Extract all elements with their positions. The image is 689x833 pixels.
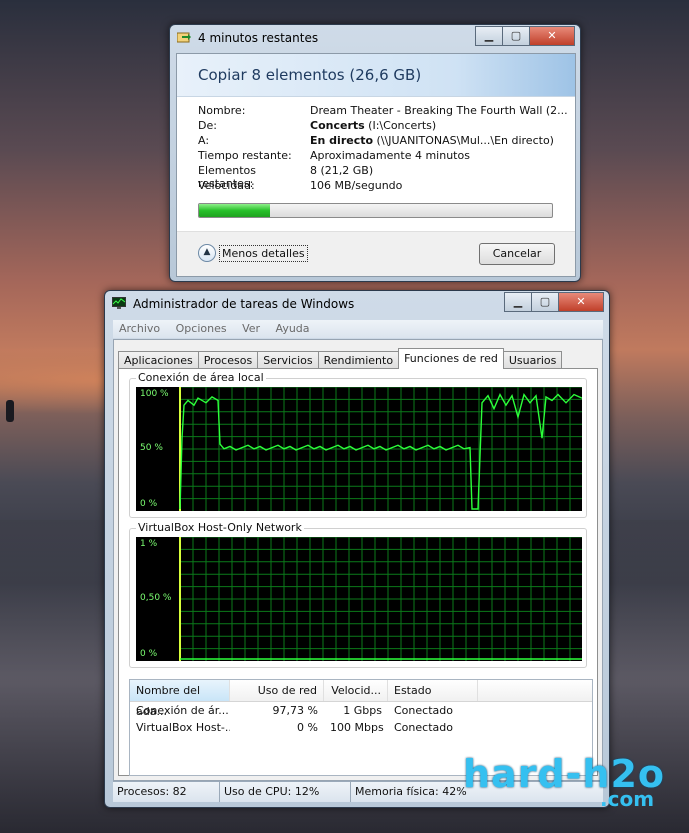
column-header-usage[interactable]: Uso de red <box>230 680 324 701</box>
detail-label: Nombre: <box>198 104 246 117</box>
monitor-icon <box>112 297 126 309</box>
detail-row-time: Tiempo restante: Aproximadamente 4 minut… <box>198 149 568 164</box>
column-header-state[interactable]: Estado <box>388 680 478 701</box>
y-label-0: 0 % <box>140 649 158 659</box>
status-cpu: Uso de CPU: 12% <box>220 782 351 802</box>
source-folder-link[interactable]: Concerts <box>310 119 365 132</box>
detail-value: (I:\Concerts) <box>364 119 437 132</box>
close-button[interactable]: ✕ <box>558 292 604 312</box>
copy-progress-window: 4 minutos restantes ▁ ▢ ✕ Copiar 8 eleme… <box>169 24 581 282</box>
minimize-button[interactable]: ▁ <box>504 292 532 312</box>
cell-state: Conectado <box>394 704 453 717</box>
minimize-button[interactable]: ▁ <box>475 26 503 46</box>
cancel-button[interactable]: Cancelar <box>479 243 555 265</box>
fewer-details-toggle[interactable]: ▲ Menos detalles <box>198 244 308 262</box>
detail-label: Elementos restantes: <box>198 164 257 190</box>
detail-row-speed: Velocidad: 106 MB/segundo <box>198 179 568 194</box>
detail-row-items: Elementos restantes: 8 (21,2 GB) <box>198 164 568 190</box>
detail-label: Velocidad: <box>198 179 255 192</box>
cell-name: Conexión de ár... <box>136 704 229 717</box>
task-manager-window: Administrador de tareas de Windows ▁ ▢ ✕… <box>104 290 610 808</box>
detail-value: 8 (21,2 GB) <box>310 164 374 177</box>
destination-folder-link[interactable]: En directo <box>310 134 373 147</box>
copy-progress-bar <box>198 203 553 218</box>
detail-value: Dream Theater - Breaking The Fourth Wall… <box>310 104 568 117</box>
copy-heading: Copiar 8 elementos (26,6 GB) <box>198 66 422 84</box>
status-processes: Procesos: 82 <box>113 782 220 802</box>
detail-label: A: <box>198 134 210 147</box>
virtualbox-usage-graph: 1 % 0,50 % 0 % <box>136 537 582 661</box>
cell-name: VirtualBox Host-... <box>136 721 230 734</box>
tab-servicios[interactable]: Servicios <box>257 351 319 369</box>
virtualbox-graph-canvas <box>179 537 582 661</box>
status-memory: Memoria física: 42% <box>355 785 467 798</box>
tab-aplicaciones[interactable]: Aplicaciones <box>118 351 199 369</box>
copy-client-area: Copiar 8 elementos (26,6 GB) Nombre: Dre… <box>176 53 576 277</box>
detail-label: Tiempo restante: <box>198 149 292 162</box>
lan-usage-graph: 100 % 50 % 0 % <box>136 387 582 511</box>
detail-value: Aproximadamente 4 minutos <box>310 149 470 162</box>
watermark-domain: .com <box>600 787 655 811</box>
menu-ver[interactable]: Ver <box>242 322 260 335</box>
fewer-details-label: Menos detalles <box>219 244 308 262</box>
copy-footer: ▲ Menos detalles Cancelar <box>177 231 575 276</box>
surfer-silhouette <box>6 400 14 422</box>
copy-details: Nombre: Dream Theater - Breaking The Fou… <box>198 104 568 194</box>
table-header: Nombre del ada... Uso de red Velocid... … <box>130 680 592 718</box>
y-label-050: 0,50 % <box>140 593 172 603</box>
maximize-button[interactable]: ▢ <box>531 292 559 312</box>
cell-speed: 100 Mbps <box>330 721 384 734</box>
cell-state: Conectado <box>394 721 453 734</box>
tm-window-title: Administrador de tareas de Windows <box>133 297 355 311</box>
copy-titlebar[interactable]: 4 minutos restantes ▁ ▢ ✕ <box>170 25 580 51</box>
tab-rendimiento[interactable]: Rendimiento <box>317 351 400 369</box>
graph-group-lan: Conexión de área local 100 % 50 % 0 % <box>129 371 587 518</box>
cell-usage: 97,73 % <box>272 704 318 717</box>
detail-row-name: Nombre: Dream Theater - Breaking The Fou… <box>198 104 568 119</box>
graph-group-virtualbox: VirtualBox Host-Only Network 1 % 0,50 % … <box>129 521 587 668</box>
menu-opciones[interactable]: Opciones <box>176 322 227 335</box>
graph-title-lan: Conexión de área local <box>136 371 266 384</box>
column-header-name[interactable]: Nombre del ada... <box>130 680 230 718</box>
column-header-speed[interactable]: Velocid... <box>324 680 388 701</box>
menu-ayuda[interactable]: Ayuda <box>276 322 310 335</box>
tab-strip: Aplicaciones Procesos Servicios Rendimie… <box>118 348 563 369</box>
tm-titlebar[interactable]: Administrador de tareas de Windows ▁ ▢ ✕ <box>105 291 609 317</box>
lan-graph-canvas <box>179 387 582 511</box>
copy-header: Copiar 8 elementos (26,6 GB) <box>177 54 575 97</box>
tab-usuarios[interactable]: Usuarios <box>502 351 563 369</box>
graph-title-virtualbox: VirtualBox Host-Only Network <box>136 521 304 534</box>
close-button[interactable]: ✕ <box>529 26 575 46</box>
table-row[interactable]: Conexión de ár... 97,73 % 1 Gbps Conecta… <box>130 702 592 719</box>
detail-value: (\\JUANITONAS\Mul...\En directo) <box>373 134 554 147</box>
cell-speed: 1 Gbps <box>343 704 382 717</box>
detail-row-from: De: Concerts (I:\Concerts) <box>198 119 568 134</box>
copy-window-title: 4 minutos restantes <box>198 31 319 45</box>
detail-value: 106 MB/segundo <box>310 179 403 192</box>
maximize-button[interactable]: ▢ <box>502 26 530 46</box>
y-label-50: 50 % <box>140 443 163 453</box>
tab-funciones-de-red[interactable]: Funciones de red <box>398 348 504 369</box>
table-row[interactable]: VirtualBox Host-... 0 % 100 Mbps Conecta… <box>130 719 592 736</box>
detail-label: De: <box>198 119 217 132</box>
y-label-100: 100 % <box>140 389 169 399</box>
progress-fill <box>199 204 270 217</box>
cell-usage: 0 % <box>297 721 318 734</box>
y-label-0: 0 % <box>140 499 158 509</box>
menu-bar: Archivo Opciones Ver Ayuda <box>113 320 603 338</box>
tab-procesos[interactable]: Procesos <box>197 351 259 369</box>
chevron-up-icon: ▲ <box>198 244 216 262</box>
copy-folder-icon <box>177 32 191 43</box>
detail-row-to: A: En directo (\\JUANITONAS\Mul...\En di… <box>198 134 568 149</box>
y-label-1: 1 % <box>140 539 158 549</box>
menu-archivo[interactable]: Archivo <box>119 322 160 335</box>
